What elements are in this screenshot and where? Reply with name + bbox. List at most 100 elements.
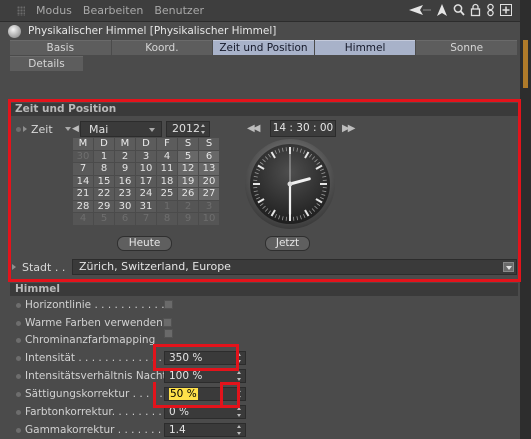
calendar-day[interactable]: 20	[199, 175, 219, 187]
new-window-icon[interactable]	[500, 4, 512, 16]
month-select[interactable]: Mai	[80, 121, 162, 137]
tab-koord[interactable]: Koord.	[111, 40, 213, 55]
animation-pin-icon[interactable]	[16, 126, 21, 132]
tab-basis[interactable]: Basis	[10, 40, 111, 55]
saettigungskorrektur-field[interactable]: 50 %	[164, 387, 246, 401]
tab-details[interactable]: Details	[10, 56, 83, 71]
calendar-day[interactable]: 10	[136, 163, 156, 175]
spinner-icon[interactable]	[237, 353, 242, 363]
year-spinner-icon[interactable]	[201, 124, 206, 134]
spinner-icon[interactable]	[237, 371, 242, 381]
calendar-day[interactable]: 8	[157, 213, 177, 225]
calendar-day[interactable]: 7	[136, 213, 156, 225]
intensitaet-field[interactable]: 350 %	[164, 351, 246, 365]
calendar-day[interactable]: 24	[136, 188, 156, 200]
calendar-day[interactable]: 4	[157, 150, 177, 162]
calendar-day[interactable]: 13	[199, 163, 219, 175]
calendar-day[interactable]: 17	[136, 175, 156, 187]
tab-zeit-und-position[interactable]: Zeit und Position	[213, 40, 314, 55]
calendar-day[interactable]: 19	[178, 175, 198, 187]
warme-farben-checkbox[interactable]	[163, 318, 172, 327]
clock[interactable]	[244, 138, 336, 230]
calendar-day[interactable]: 10	[199, 213, 219, 225]
chrominanz-checkbox[interactable]	[164, 329, 173, 338]
calendar-day[interactable]: 9	[115, 163, 135, 175]
horizontlinie-checkbox[interactable]	[164, 300, 173, 309]
link-icon[interactable]	[486, 3, 495, 17]
calendar-day[interactable]: 14	[73, 175, 93, 187]
calendar-day[interactable]: 6	[115, 213, 135, 225]
lock-icon[interactable]	[470, 3, 481, 17]
animation-pin-icon[interactable]	[16, 320, 21, 326]
calendar-day[interactable]: 1	[157, 200, 177, 212]
heute-button[interactable]: Heute	[117, 236, 172, 251]
spinner-icon[interactable]	[237, 407, 242, 417]
calendar-day[interactable]: 9	[178, 213, 198, 225]
calendar-day[interactable]: 29	[94, 200, 114, 212]
animation-pin-icon[interactable]	[16, 427, 21, 433]
gammakorrektur-field[interactable]: 1.4	[164, 423, 246, 437]
chevron-down-icon	[149, 128, 155, 132]
calendar-day[interactable]: 28	[73, 200, 93, 212]
animation-pin-icon[interactable]	[16, 302, 21, 308]
calendar-day[interactable]: 18	[157, 175, 177, 187]
time-back-icon[interactable]: ◀◀	[247, 123, 260, 134]
prev-month-icon[interactable]: ◀	[72, 124, 79, 134]
calendar-day[interactable]: 11	[157, 163, 177, 175]
calendar-day[interactable]: 15	[94, 175, 114, 187]
chevron-down-icon[interactable]	[503, 262, 514, 272]
calendar-day[interactable]: 2	[115, 150, 135, 162]
animation-pin-icon[interactable]	[16, 391, 21, 397]
farbtonkorrektur-field[interactable]: 0 %	[164, 405, 246, 419]
expand-arrow-icon[interactable]	[12, 264, 16, 270]
calendar-day[interactable]: 1	[94, 150, 114, 162]
expand-arrow-icon[interactable]	[23, 126, 27, 132]
calendar-day[interactable]: 8	[94, 163, 114, 175]
calendar-day[interactable]: 5	[178, 150, 198, 162]
back-arrow-icon[interactable]	[409, 3, 431, 17]
calendar-day[interactable]: 2	[178, 200, 198, 212]
scrollbar[interactable]	[520, 0, 531, 439]
calendar-day[interactable]: 16	[115, 175, 135, 187]
calendar-day[interactable]: 3	[199, 200, 219, 212]
animation-pin-icon[interactable]	[16, 337, 21, 343]
prop-label: Warme Farben verwenden	[25, 317, 163, 329]
jetzt-button[interactable]: Jetzt	[265, 236, 310, 251]
time-forward-icon[interactable]: ▶▶	[342, 123, 355, 134]
tab-himmel[interactable]: Himmel	[314, 40, 416, 55]
calendar-day[interactable]: 6	[199, 150, 219, 162]
year-field[interactable]: 2012	[166, 121, 210, 137]
zeit-dropdown-icon[interactable]	[64, 127, 71, 131]
menu-bearbeiten[interactable]: Bearbeiten	[83, 4, 143, 17]
animation-pin-icon[interactable]	[16, 373, 21, 379]
calendar-day[interactable]: 26	[178, 188, 198, 200]
grip-icon[interactable]	[17, 5, 25, 16]
calendar-day[interactable]: 27	[199, 188, 219, 200]
spinner-icon[interactable]	[237, 389, 242, 399]
calendar-day[interactable]: 23	[115, 188, 135, 200]
calendar-day[interactable]: 30	[115, 200, 135, 212]
year-value: 2012	[172, 122, 200, 135]
cursor-up-icon[interactable]	[436, 3, 448, 17]
menu-benutzer[interactable]: Benutzer	[154, 4, 204, 17]
calendar-day[interactable]: 5	[94, 213, 114, 225]
tab-sonne[interactable]: Sonne	[416, 40, 517, 55]
calendar-day[interactable]: 22	[94, 188, 114, 200]
calendar-day[interactable]: 21	[73, 188, 93, 200]
calendar-day[interactable]: 7	[73, 163, 93, 175]
prop-label: Chrominanzfarbmapping	[25, 334, 156, 346]
calendar-day[interactable]: 31	[136, 200, 156, 212]
animation-pin-icon[interactable]	[16, 409, 21, 415]
calendar-day[interactable]: 4	[73, 213, 93, 225]
calendar-day[interactable]: 3	[136, 150, 156, 162]
time-field[interactable]: 14 : 30 : 00	[270, 120, 336, 137]
menu-modus[interactable]: Modus	[36, 4, 72, 17]
calendar-day[interactable]: 30	[73, 150, 93, 162]
calendar-day[interactable]: 12	[178, 163, 198, 175]
search-icon[interactable]	[453, 3, 465, 17]
spinner-icon[interactable]	[237, 425, 242, 435]
calendar-day[interactable]: 25	[157, 188, 177, 200]
animation-pin-icon[interactable]	[16, 355, 21, 361]
intensitaetsverhaeltnis-field[interactable]: 100 %	[164, 369, 246, 383]
stadt-select[interactable]: Zürich, Switzerland, Europe	[72, 259, 517, 275]
